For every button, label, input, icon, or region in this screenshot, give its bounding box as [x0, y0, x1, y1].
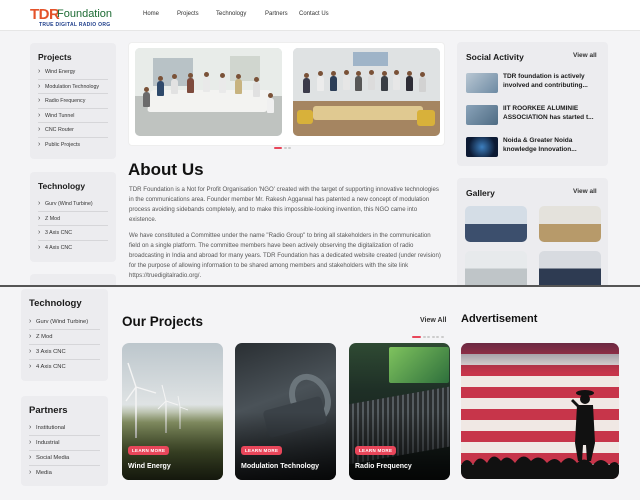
technology-card-title: Technology — [38, 181, 86, 191]
project-card-radio-frequency[interactable]: LEARN MORE Radio Frequency — [349, 343, 450, 480]
project-card-wind-energy[interactable]: LEARN MORE Wind Energy — [122, 343, 223, 480]
technology-card-bottom-title: Technology — [29, 298, 82, 309]
gallery-photo-2[interactable] — [539, 206, 601, 242]
logo-tdr: TDR — [30, 6, 60, 23]
site-logo[interactable]: TDR Foundation TRUE DIGITAL RADIO ORG — [30, 6, 120, 28]
social-view-all-link[interactable]: View all — [573, 52, 597, 59]
site-header: TDR Foundation TRUE DIGITAL RADIO ORG Ho… — [0, 0, 640, 31]
partners-list: Institutional Industrial Social Media Me… — [29, 421, 100, 481]
learn-more-button[interactable]: LEARN MORE — [355, 446, 397, 455]
social-item-2[interactable]: IIT ROORKEE ALUMINIE ASSOCIATION has sta… — [466, 105, 602, 127]
chevron-down-icon: ⌵ — [145, 11, 149, 17]
logo-foundation: Foundation — [57, 8, 113, 20]
sidebar-item-institutional[interactable]: Institutional — [29, 421, 100, 436]
gallery-view-all-link[interactable]: View all — [573, 188, 597, 195]
about-paragraph-2: We have constituted a Committee under th… — [129, 232, 441, 279]
sidebar-item-media[interactable]: Media — [29, 466, 100, 481]
advertisement-title: Advertisement — [461, 313, 538, 325]
carousel-photo-meeting-1[interactable] — [135, 48, 282, 136]
social-item-1-text: TDR foundation is actively involved and … — [503, 73, 588, 89]
sidebar-item-z-mod[interactable]: Z Mod — [29, 330, 100, 345]
learn-more-button[interactable]: LEARN MORE — [128, 446, 170, 455]
social-item-3-text: Noida & Greater Noida knowledge Innovati… — [503, 137, 577, 153]
projects-card-title: Projects — [38, 52, 72, 62]
sidebar-item-social-media[interactable]: Social Media — [29, 451, 100, 466]
technology-card-top: Technology Gurv (Wind Turbine) Z Mod 3 A… — [30, 172, 116, 262]
social-activity-title: Social Activity — [466, 52, 524, 62]
project-card-title: Modulation Technology — [241, 463, 320, 470]
section-divider — [0, 285, 640, 287]
social-thumb-1 — [466, 73, 498, 93]
sidebar-item-wind-tunnel[interactable]: Wind Tunnel — [38, 109, 108, 123]
sidebar-item-cnc-router[interactable]: CNC Router — [38, 123, 108, 138]
social-item-3[interactable]: Noida & Greater Noida knowledge Innovati… — [466, 137, 602, 159]
sidebar-item-wind-energy[interactable]: Wind Energy — [38, 65, 108, 80]
technology-card-bottom: Technology Gurv (Wind Turbine) Z Mod 3 A… — [21, 289, 108, 381]
hero-carousel — [128, 42, 445, 150]
soldier-silhouette-icon — [461, 390, 619, 479]
projects-card: Projects Wind Energy Modulation Technolo… — [30, 43, 116, 159]
social-thumb-2 — [466, 105, 498, 125]
project-card-title: Radio Frequency — [355, 463, 412, 470]
learn-more-button[interactable]: LEARN MORE — [241, 446, 283, 455]
sidebar-item-gurv[interactable]: Gurv (Wind Turbine) — [29, 315, 100, 330]
carousel-indicators[interactable] — [274, 139, 293, 157]
gallery-card: Gallery View all — [457, 178, 608, 286]
nav-contact[interactable]: Contact Us — [299, 11, 329, 17]
sidebar-item-4-axis-cnc[interactable]: 4 Axis CNC — [38, 241, 108, 256]
gallery-photo-3[interactable] — [465, 251, 527, 286]
project-card-modulation-technology[interactable]: LEARN MORE Modulation Technology — [235, 343, 336, 480]
partners-card-title: Partners — [29, 405, 68, 416]
gallery-title: Gallery — [466, 188, 495, 198]
social-item-2-text: IIT ROORKEE ALUMINIE ASSOCIATION has sta… — [503, 105, 594, 121]
chevron-down-icon: ⌵ — [179, 11, 183, 17]
sidebar-item-modulation-technology[interactable]: Modulation Technology — [38, 80, 108, 94]
our-projects-title: Our Projects — [122, 314, 204, 329]
advertisement-banner[interactable] — [461, 343, 619, 479]
sidebar-item-3-axis-cnc[interactable]: 3 Axis CNC — [38, 226, 108, 241]
sidebar-item-public-projects[interactable]: Public Projects — [38, 138, 108, 153]
sidebar-item-z-mod[interactable]: Z Mod — [38, 212, 108, 226]
projects-view-all-link[interactable]: View All — [420, 317, 446, 324]
chevron-down-icon: ⌵ — [218, 11, 222, 17]
about-title: About Us — [128, 160, 204, 179]
about-paragraph-1: TDR Foundation is a Not for Profit Organ… — [129, 186, 439, 223]
sidebar-item-gurv[interactable]: Gurv (Wind Turbine) — [38, 197, 108, 212]
sidebar-item-3-axis-cnc[interactable]: 3 Axis CNC — [29, 345, 100, 360]
social-item-1[interactable]: TDR foundation is actively involved and … — [466, 73, 602, 95]
technology-list: Gurv (Wind Turbine) Z Mod 3 Axis CNC 4 A… — [38, 197, 108, 255]
gallery-photo-1[interactable] — [465, 206, 527, 242]
sidebar-item-industrial[interactable]: Industrial — [29, 436, 100, 451]
sidebar-item-radio-frequency[interactable]: Radio Frequency — [38, 94, 108, 109]
sidebar-item-4-axis-cnc[interactable]: 4 Axis CNC — [29, 360, 100, 375]
technology-bottom-list: Gurv (Wind Turbine) Z Mod 3 Axis CNC 4 A… — [29, 315, 100, 375]
nav-partners[interactable]: Partners — [265, 11, 288, 17]
partners-card: Partners Institutional Industrial Social… — [21, 396, 108, 486]
project-card-title: Wind Energy — [128, 463, 171, 470]
gallery-photo-4[interactable] — [539, 251, 601, 286]
social-thumb-3 — [466, 137, 498, 157]
carousel-photo-meeting-2[interactable] — [293, 48, 440, 136]
logo-subtitle: TRUE DIGITAL RADIO ORG — [39, 22, 111, 28]
projects-list: Wind Energy Modulation Technology Radio … — [38, 65, 108, 152]
